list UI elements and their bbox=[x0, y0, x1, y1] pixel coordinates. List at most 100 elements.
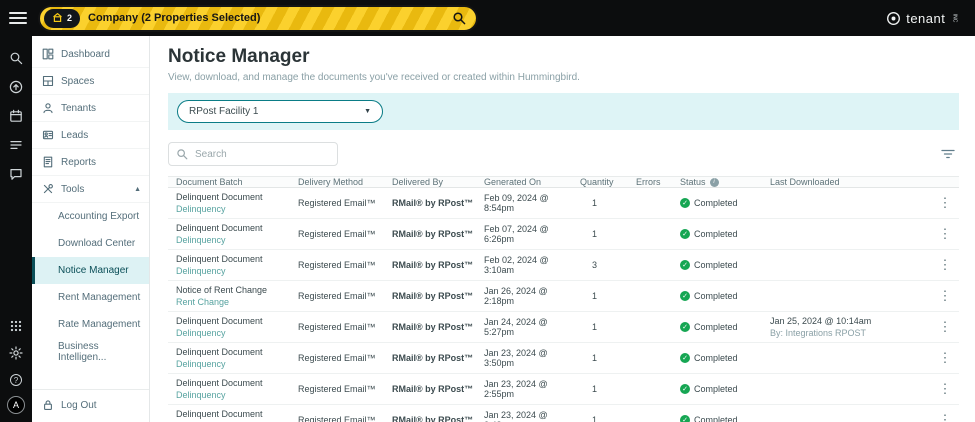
column-header-delivered-by: Delivered By bbox=[392, 177, 444, 187]
chat-icon[interactable] bbox=[9, 167, 23, 181]
sidebar-item-label: Leads bbox=[61, 129, 89, 141]
brand-name: tenant bbox=[906, 10, 946, 26]
row-actions-kebab-icon[interactable]: ⋮ bbox=[933, 226, 957, 242]
quantity-value: 1 bbox=[592, 322, 598, 332]
apps-grid-icon[interactable] bbox=[9, 319, 23, 333]
facility-banner: RPost Facility 1 ▼ bbox=[168, 93, 959, 130]
page-subtitle: View, download, and manage the documents… bbox=[168, 72, 580, 83]
sidebar-subitem-rate-management[interactable]: Rate Management bbox=[32, 311, 149, 338]
table-row[interactable]: Delinquent Document Delinquency Register… bbox=[168, 188, 959, 219]
table-row[interactable]: Delinquent Document Delinquency Register… bbox=[168, 405, 959, 422]
topbar: 2 Company (2 Properties Selected) tenant… bbox=[0, 0, 975, 36]
status-badge: ✓ Completed bbox=[680, 380, 770, 398]
spaces-icon bbox=[42, 75, 54, 87]
document-batch-name: Delinquent Document bbox=[176, 254, 263, 264]
user-avatar[interactable]: A bbox=[7, 396, 25, 414]
sidebar-subitem-notice-manager[interactable]: Notice Manager bbox=[32, 257, 149, 284]
quantity-value: 1 bbox=[592, 384, 598, 394]
errors-value bbox=[636, 292, 680, 300]
table-row[interactable]: Delinquent Document Delinquency Register… bbox=[168, 374, 959, 405]
sidebar-item-leads[interactable]: Leads bbox=[32, 122, 149, 149]
generated-on-date: Jan 24, 2024 @ bbox=[484, 317, 548, 327]
generated-on-time: 6:26pm bbox=[484, 234, 515, 244]
table-header: Document Batch Delivery Method Delivered B… bbox=[168, 176, 959, 188]
delivered-by: RMail® by RPost™ bbox=[392, 322, 474, 332]
document-batch-type: Rent Change bbox=[176, 297, 230, 307]
document-batch-name: Delinquent Document bbox=[176, 347, 263, 357]
hamburger-menu-icon[interactable] bbox=[9, 12, 27, 24]
create-icon[interactable] bbox=[9, 80, 23, 94]
document-batch-type: Delinquency bbox=[176, 390, 226, 400]
tasks-icon[interactable] bbox=[9, 138, 23, 152]
dashboard-icon bbox=[42, 48, 54, 60]
table-row[interactable]: Delinquent Document Delinquency Register… bbox=[168, 343, 959, 374]
sidebar-item-label: Reports bbox=[61, 156, 97, 168]
sidebar-item-tenants[interactable]: Tenants bbox=[32, 95, 149, 122]
delivery-method: Registered Email™ bbox=[298, 229, 376, 239]
help-icon[interactable]: ? bbox=[9, 373, 23, 387]
quantity-value: 1 bbox=[592, 353, 598, 363]
generated-on-time: 8:54pm bbox=[484, 203, 515, 213]
row-actions-kebab-icon[interactable]: ⋮ bbox=[933, 319, 957, 335]
table-row[interactable]: Delinquent Document Delinquency Register… bbox=[168, 219, 959, 250]
check-circle-icon: ✓ bbox=[680, 260, 690, 270]
delivery-method: Registered Email™ bbox=[298, 353, 376, 363]
generated-on-date: Feb 09, 2024 @ bbox=[484, 193, 549, 203]
sidebar-subitem-download-center[interactable]: Download Center bbox=[32, 230, 149, 257]
table-body: Delinquent Document Delinquency Register… bbox=[168, 188, 959, 422]
sidebar-item-logout[interactable]: Log Out bbox=[32, 389, 149, 420]
delivery-method: Registered Email™ bbox=[298, 415, 376, 422]
last-downloaded-by: By: Integrations RPOST bbox=[770, 328, 867, 338]
calendar-icon[interactable] bbox=[9, 109, 23, 123]
sidebar-item-dashboard[interactable]: Dashboard bbox=[32, 41, 149, 68]
row-actions-kebab-icon[interactable]: ⋮ bbox=[933, 257, 957, 273]
row-actions-kebab-icon[interactable]: ⋮ bbox=[933, 288, 957, 304]
generated-on-time: 3:50pm bbox=[484, 358, 515, 368]
search-icon bbox=[176, 148, 188, 160]
check-circle-icon: ✓ bbox=[680, 229, 690, 239]
document-batch-type: Delinquency bbox=[176, 359, 226, 369]
settings-gear-icon[interactable] bbox=[9, 346, 23, 360]
sidebar-item-reports[interactable]: Reports bbox=[32, 149, 149, 176]
tenants-icon bbox=[42, 102, 54, 114]
app-window: 2 Company (2 Properties Selected) tenant… bbox=[0, 0, 975, 422]
row-actions-kebab-icon[interactable]: ⋮ bbox=[933, 350, 957, 366]
sidebar-subitem-business-intelligen[interactable]: Business Intelligen... bbox=[32, 338, 149, 365]
generated-on-time: 2:18pm bbox=[484, 296, 515, 306]
delivery-method: Registered Email™ bbox=[298, 384, 376, 394]
sidebar-item-tools[interactable]: Tools ▲ bbox=[32, 176, 149, 203]
search-icon[interactable] bbox=[452, 11, 466, 25]
facility-dropdown[interactable]: RPost Facility 1 ▼ bbox=[177, 100, 383, 123]
delivered-by: RMail® by RPost™ bbox=[392, 291, 474, 301]
quantity-value: 3 bbox=[592, 260, 598, 270]
delivered-by: RMail® by RPost™ bbox=[392, 198, 474, 208]
generated-on-time: 2:55pm bbox=[484, 389, 515, 399]
generated-on-date: Jan 26, 2024 @ bbox=[484, 286, 548, 296]
row-actions-kebab-icon[interactable]: ⋮ bbox=[933, 381, 957, 397]
delivered-by: RMail® by RPost™ bbox=[392, 229, 474, 239]
table-row[interactable]: Delinquent Document Delinquency Register… bbox=[168, 312, 959, 343]
status-label: Completed bbox=[694, 291, 738, 301]
column-header-errors: Errors bbox=[636, 177, 661, 187]
table-row[interactable]: Delinquent Document Delinquency Register… bbox=[168, 250, 959, 281]
sidebar-subitem-accounting-export[interactable]: Accounting Export bbox=[32, 203, 149, 230]
sidebar-item-spaces[interactable]: Spaces bbox=[32, 68, 149, 95]
table-row[interactable]: Notice of Rent Change Rent Change Regist… bbox=[168, 281, 959, 312]
row-actions-kebab-icon[interactable]: ⋮ bbox=[933, 412, 957, 422]
errors-value bbox=[636, 323, 680, 331]
errors-value bbox=[636, 199, 680, 207]
search-input[interactable] bbox=[168, 142, 338, 166]
row-actions-kebab-icon[interactable]: ⋮ bbox=[933, 195, 957, 211]
filter-icon[interactable] bbox=[937, 145, 959, 163]
reports-icon bbox=[42, 156, 54, 168]
search-icon[interactable] bbox=[9, 51, 23, 65]
status-badge: ✓ Completed bbox=[680, 194, 770, 212]
status-label: Completed bbox=[694, 384, 738, 394]
leads-icon bbox=[42, 129, 54, 141]
company-selector[interactable]: 2 Company (2 Properties Selected) bbox=[38, 4, 478, 32]
delivery-method: Registered Email™ bbox=[298, 260, 376, 270]
info-icon: i bbox=[709, 177, 719, 187]
facility-dropdown-value: RPost Facility 1 bbox=[189, 106, 259, 117]
sidebar-subitem-rent-management[interactable]: Rent Management bbox=[32, 284, 149, 311]
document-batch-type: Delinquency bbox=[176, 266, 226, 276]
